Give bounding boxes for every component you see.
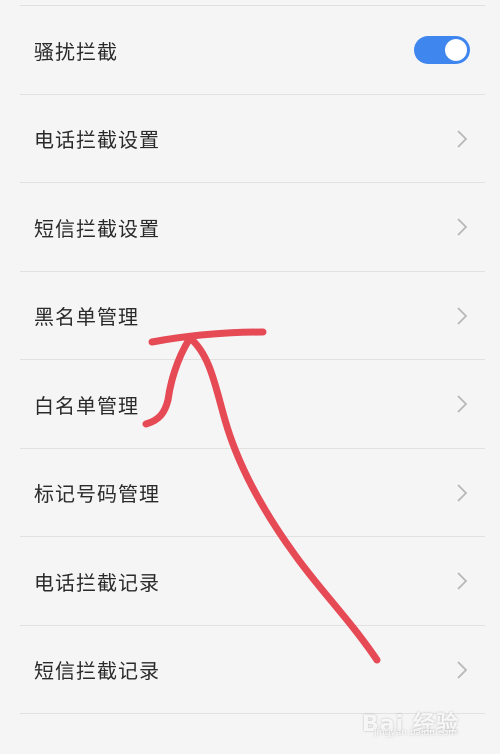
harassment-block-toggle[interactable]: [414, 36, 470, 65]
settings-list: 骚扰拦截 电话拦截设置 短信拦截设置 黑名单管理 白名单管理 标记号码管理 电话…: [0, 6, 500, 714]
chevron-right-icon: [457, 130, 468, 148]
setting-label: 短信拦截设置: [34, 216, 160, 241]
setting-label: 白名单管理: [34, 393, 139, 418]
baidu-jingyan-watermark: Bai 经验 jingyan.baidu.com: [362, 706, 482, 740]
setting-label: 短信拦截记录: [34, 659, 160, 684]
chevron-right-icon: [457, 395, 468, 413]
chevron-right-icon: [457, 572, 468, 590]
setting-marked-numbers-management[interactable]: 标记号码管理: [0, 449, 500, 538]
setting-label: 黑名单管理: [34, 305, 139, 330]
chevron-right-icon: [457, 661, 468, 679]
setting-label: 骚扰拦截: [34, 39, 118, 64]
setting-sms-block-log[interactable]: 短信拦截记录: [0, 626, 500, 715]
setting-label: 电话拦截设置: [34, 128, 160, 153]
chevron-right-icon: [457, 307, 468, 325]
setting-sms-block-settings[interactable]: 短信拦截设置: [0, 183, 500, 272]
setting-call-block-log[interactable]: 电话拦截记录: [0, 537, 500, 626]
setting-whitelist-management[interactable]: 白名单管理: [0, 360, 500, 449]
setting-harassment-block[interactable]: 骚扰拦截: [0, 6, 500, 95]
setting-call-block-settings[interactable]: 电话拦截设置: [0, 95, 500, 184]
chevron-right-icon: [457, 218, 468, 236]
watermark-domain: jingyan.baidu.com: [374, 728, 458, 738]
setting-label: 标记号码管理: [34, 482, 160, 507]
settings-screen: 骚扰拦截 电话拦截设置 短信拦截设置 黑名单管理 白名单管理 标记号码管理 电话…: [0, 0, 500, 754]
setting-blacklist-management[interactable]: 黑名单管理: [0, 272, 500, 361]
toggle-knob: [445, 39, 467, 62]
chevron-right-icon: [457, 484, 468, 502]
setting-label: 电话拦截记录: [34, 570, 160, 595]
